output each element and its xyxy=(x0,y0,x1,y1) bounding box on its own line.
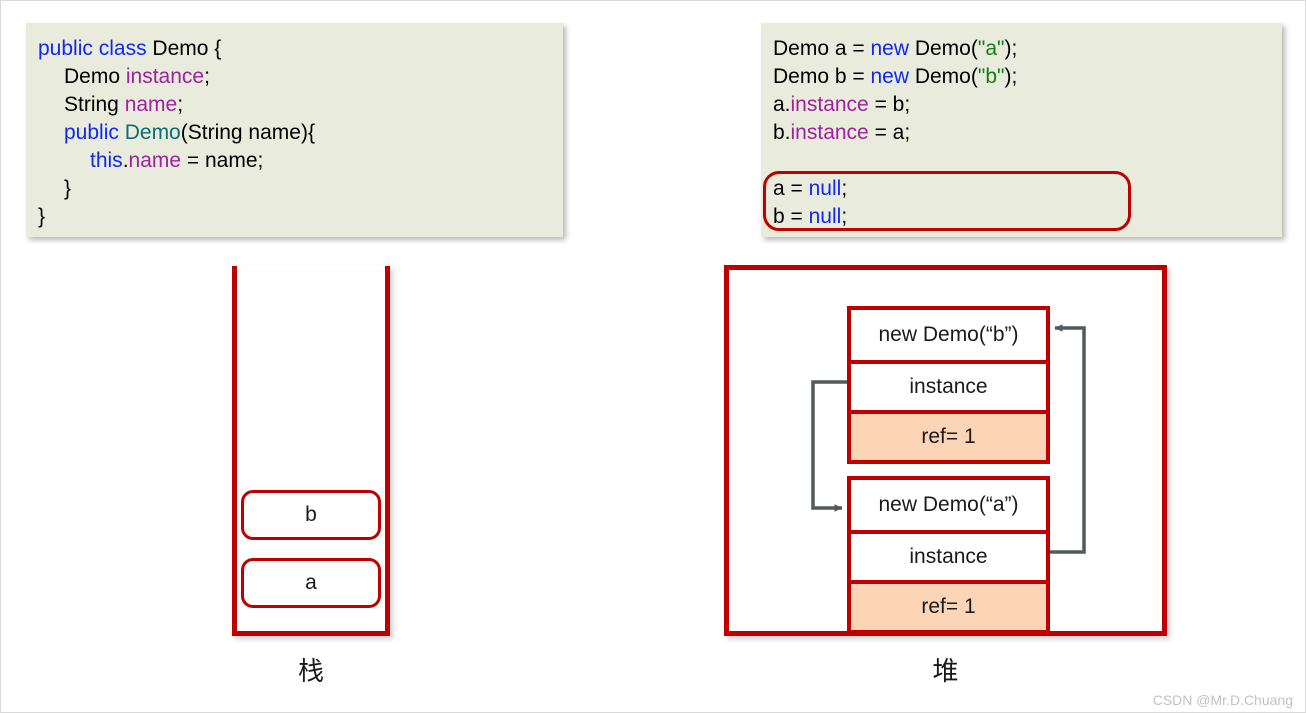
heap-object-b-title: new Demo(“b”) xyxy=(851,310,1046,360)
code-line-6: a = null; xyxy=(773,177,848,200)
code-line-3: String name; xyxy=(64,93,184,116)
heap-object-b-instance-field: instance xyxy=(851,360,1046,410)
diagram-canvas: public class Demo { Demo instance; String … xyxy=(0,0,1306,713)
heap-label: 堆 xyxy=(932,656,959,686)
heap-object-a-title: new Demo(“a”) xyxy=(851,480,1046,530)
code-line-1: Demo a = new Demo("a"); xyxy=(773,37,1018,60)
code-line-4: public Demo(String name){ xyxy=(64,121,315,144)
code-line-1: public class Demo { xyxy=(38,37,222,60)
stack-variable-b-label: b xyxy=(305,503,317,526)
code-line-4: b.instance = a; xyxy=(773,121,911,144)
stack-region: b a xyxy=(232,266,390,636)
demo-class-code-block: public class Demo { Demo instance; String … xyxy=(26,23,563,237)
code-line-7: } xyxy=(38,205,46,228)
code-line-7: b = null; xyxy=(773,205,848,228)
stack-variable-b: b xyxy=(241,490,381,540)
heap-object-b: new Demo(“b”) instance ref= 1 xyxy=(847,306,1050,464)
arrow-b-instance-to-a xyxy=(811,380,847,512)
stack-variable-a-label: a xyxy=(305,571,317,594)
arrow-a-instance-to-b xyxy=(1050,324,1086,554)
heap-object-a-instance-field: instance xyxy=(851,530,1046,580)
heap-object-a-refcount: ref= 1 xyxy=(851,580,1046,630)
demo-usage-code-block: Demo a = new Demo("a"); Demo b = new Demo… xyxy=(761,23,1282,237)
heap-object-b-refcount: ref= 1 xyxy=(851,410,1046,460)
code-line-2: Demo instance; xyxy=(64,65,210,88)
heap-object-a: new Demo(“a”) instance ref= 1 xyxy=(847,476,1050,634)
stack-variable-a: a xyxy=(241,558,381,608)
stack-label: 栈 xyxy=(297,656,324,686)
code-line-3: a.instance = b; xyxy=(773,93,911,116)
watermark: CSDN @Mr.D.Chuang xyxy=(1152,692,1293,708)
code-line-6: } xyxy=(64,177,72,200)
code-line-5: this.name = name; xyxy=(90,149,264,172)
code-line-2: Demo b = new Demo("b"); xyxy=(773,65,1018,88)
heap-container: new Demo(“b”) instance ref= 1 new Demo(“… xyxy=(724,265,1167,636)
